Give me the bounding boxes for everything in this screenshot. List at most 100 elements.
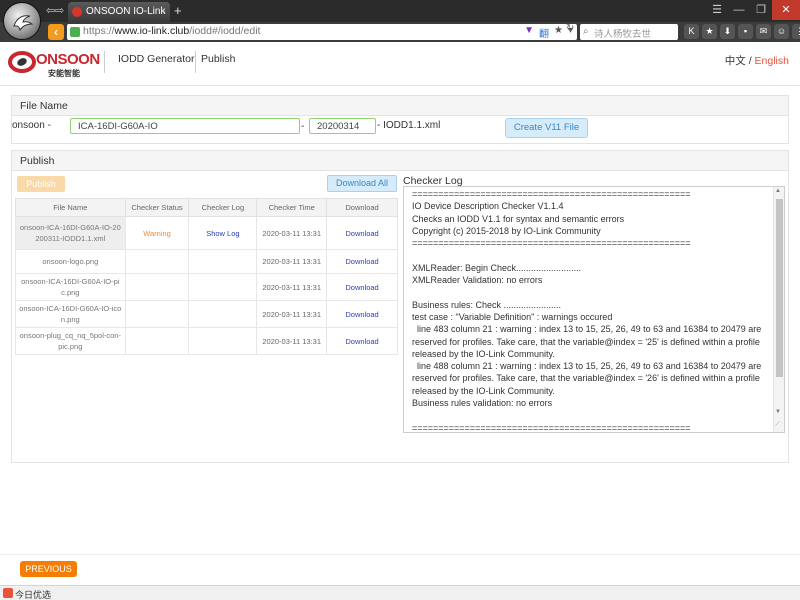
table-row[interactable]: onsoon-ICA-16DI-G60A-IO-pic.png 2020-03-… (15, 273, 398, 301)
window-controls: ☰ — ❐ ✕ (706, 0, 800, 22)
browser-toolbar: ‹ https://www.io-link.club/iodd#/iodd/ed… (0, 22, 800, 42)
date-input[interactable]: 20200314 (309, 118, 376, 134)
column-header: Checker Log (188, 198, 258, 217)
favicon-icon (72, 7, 82, 17)
scroll-thumb[interactable] (776, 199, 783, 377)
checker-time-cell: 2020-03-11 13:31 (256, 216, 328, 250)
checker-log-cell (188, 249, 258, 274)
checker-time-cell: 2020-03-11 13:31 (256, 300, 328, 328)
favorites-icon[interactable]: ★ (702, 24, 717, 39)
lock-icon (70, 27, 80, 37)
table-header-row: File Name Checker Status Checker Log Che… (15, 198, 398, 217)
files-table: File Name Checker Status Checker Log Che… (15, 198, 398, 355)
lang-separator: / (745, 55, 755, 67)
file-name-cell: onsoon-plug_cq_nq_5pol-con-pic.png (15, 327, 126, 355)
account-icon[interactable]: ☺ (774, 24, 789, 39)
show-log-link[interactable]: Show Log (188, 216, 258, 250)
extension-k-icon[interactable]: K (684, 24, 699, 39)
create-v11-file-button[interactable]: Create V11 File (505, 118, 588, 138)
extension-icon[interactable]: ▪ (738, 24, 753, 39)
lang-chinese-link[interactable]: 中文 (725, 55, 746, 67)
minimize-icon[interactable]: — (728, 0, 750, 20)
menu-icon[interactable]: ☰ (706, 0, 728, 20)
status-text[interactable]: 今日优选 (15, 588, 51, 600)
checker-status-cell (124, 249, 190, 274)
download-link[interactable]: Download (326, 327, 398, 355)
dropdown-icon[interactable]: ▼ (524, 25, 534, 40)
download-link[interactable]: Download (326, 249, 398, 274)
language-switcher: 中文 / English (725, 53, 789, 68)
download-link[interactable]: Download (326, 216, 398, 250)
table-row[interactable]: onsoon-logo.png 2020-03-11 13:31 Downloa… (15, 249, 398, 274)
checker-log-cell (188, 327, 258, 355)
checker-log-textarea[interactable]: ========================================… (403, 186, 785, 433)
tab-close-icon[interactable]: × (160, 6, 166, 17)
download-link[interactable]: Download (326, 300, 398, 328)
address-bar[interactable]: https://www.io-link.club/iodd#/iodd/edit… (67, 24, 577, 40)
checker-time-cell: 2020-03-11 13:31 (256, 249, 328, 274)
checker-log-cell (188, 300, 258, 328)
log-scrollbar[interactable]: ▲ ▼ ⟋ (773, 187, 784, 432)
browser-logo-icon[interactable] (3, 2, 41, 40)
search-placeholder: 诗人杨牧去世 (594, 29, 652, 40)
download-all-button[interactable]: Download All (327, 175, 397, 192)
search-input[interactable]: ⌕ 诗人杨牧去世 (580, 24, 678, 40)
table-row[interactable]: onsoon-ICA-16DI-G60A-IO-icon.png 2020-03… (15, 300, 398, 328)
browser-tab[interactable]: ONSOON IO-Link × (68, 2, 170, 22)
page-header: ONSOON 安能智能 IODD Generator Publish 中文 / … (0, 42, 800, 86)
history-forward-icon[interactable]: ⇨ (55, 4, 64, 17)
resize-grip-icon[interactable]: ⟋ (775, 421, 780, 429)
brand-name: ONSOON (36, 51, 100, 68)
download-link[interactable]: Download (326, 273, 398, 301)
table-row[interactable]: onsoon-ICA-16DI-G60A-IO-20200311-IODD1.1… (15, 216, 398, 250)
checker-status-cell (124, 300, 190, 328)
checker-time-cell: 2020-03-11 13:31 (256, 273, 328, 301)
scroll-up-icon[interactable]: ▲ (775, 188, 781, 194)
file-name-panel-title: File Name (12, 96, 788, 116)
nav-iodd-generator[interactable]: IODD Generator (118, 53, 194, 65)
checker-log-text: ========================================… (412, 189, 762, 433)
divider (195, 51, 196, 73)
product-name-input[interactable]: ICA-16DI-G60A-IO (70, 118, 300, 134)
translate-icon[interactable]: 翻 (539, 25, 549, 40)
maximize-icon[interactable]: ❐ (750, 0, 772, 20)
checker-status-cell (124, 327, 190, 355)
file-name-cell: onsoon-ICA-16DI-G60A-IO-pic.png (15, 273, 126, 301)
column-header: File Name (15, 198, 126, 217)
browser-titlebar: ⇦ ⇨ ONSOON IO-Link × + ☰ — ❐ ✕ (0, 0, 800, 22)
publish-button[interactable]: Publish (17, 176, 65, 192)
download-icon[interactable]: ⬇ (720, 24, 735, 39)
divider (104, 51, 105, 73)
scroll-down-icon[interactable]: ▼ (775, 409, 781, 415)
table-row[interactable]: onsoon-plug_cq_nq_5pol-con-pic.png 2020-… (15, 327, 398, 355)
file-suffix-label: - IODD1.1.xml (377, 120, 441, 131)
close-window-icon[interactable]: ✕ (772, 0, 800, 20)
mail-icon[interactable]: ✉ (756, 24, 771, 39)
checker-status-cell (124, 273, 190, 301)
column-header: Checker Status (124, 198, 190, 217)
checker-time-cell: 2020-03-11 13:31 (256, 327, 328, 355)
toolbar-icons: K ★ ⬇ ▪ ✉ ☺ ⋮ (684, 24, 800, 39)
new-tab-button[interactable]: + (174, 3, 182, 18)
back-button[interactable]: ‹ (48, 24, 64, 40)
more-icon[interactable]: ⋮ (792, 24, 800, 39)
browser-statusbar: 今日优选 (0, 585, 800, 600)
name-dash: - (301, 121, 305, 132)
checker-log-cell (188, 273, 258, 301)
tab-title: ONSOON IO-Link (86, 6, 166, 17)
brand-subtitle: 安能智能 (48, 69, 80, 78)
file-prefix-label: onsoon - (12, 120, 51, 131)
previous-button[interactable]: PREVIOUS (20, 561, 77, 577)
bookmark-star-icon[interactable]: ★ (554, 25, 563, 40)
history-back-icon[interactable]: ⇦ (46, 4, 55, 17)
url-text: https://www.io-link.club/iodd#/iodd/edit (83, 25, 261, 37)
refresh-icon[interactable]: ↻ (566, 23, 574, 34)
publish-panel-title: Publish (12, 151, 788, 171)
footer-divider (0, 554, 800, 555)
file-name-cell: onsoon-logo.png (15, 249, 126, 274)
deals-icon[interactable] (3, 588, 13, 598)
nav-publish[interactable]: Publish (201, 53, 235, 65)
lang-english-link[interactable]: English (755, 55, 789, 67)
checker-status-cell: Warning (124, 216, 190, 250)
column-header: Download (326, 198, 398, 217)
